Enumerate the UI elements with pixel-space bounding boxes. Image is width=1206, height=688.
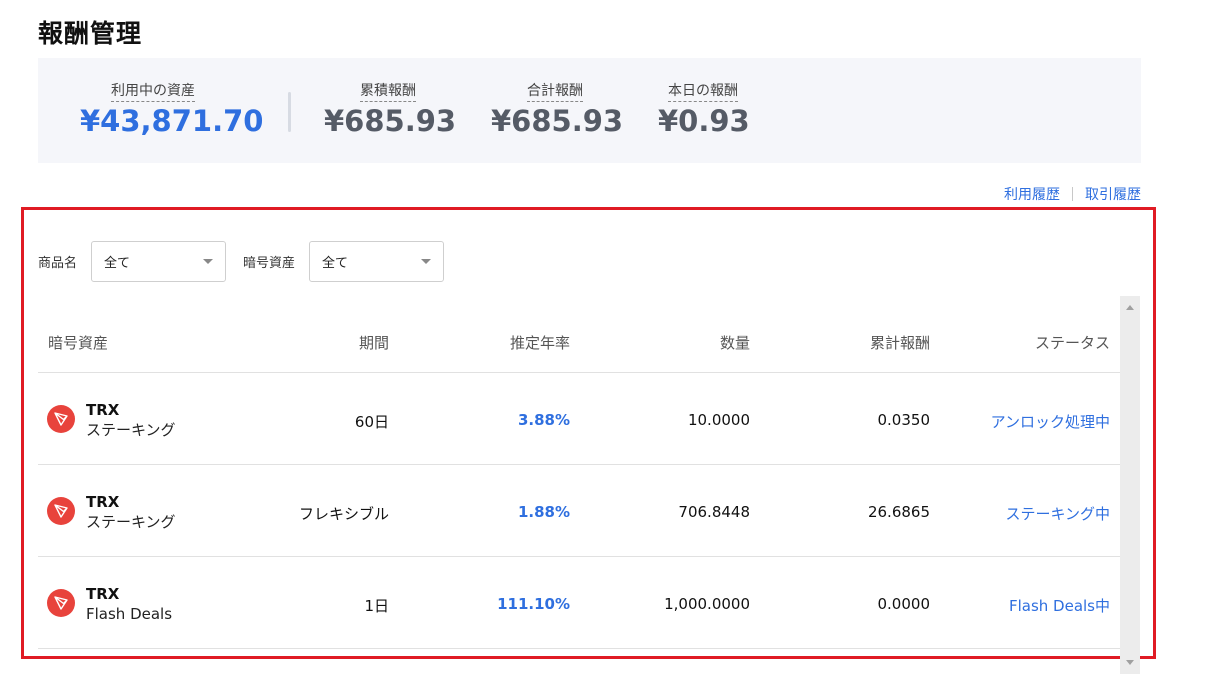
reward-summary-panel: 利用中の資産 ¥43,871.70 累積報酬 ¥685.93 合計報酬 ¥685… (38, 58, 1141, 163)
asset-filter-select[interactable]: 全て (309, 241, 445, 282)
coin-symbol: TRX (86, 493, 120, 511)
table-row: TRX Flash Deals 1日 111.10% 1,000.0000 0.… (38, 557, 1120, 649)
cell-amount: 706.8448 (678, 503, 750, 521)
header-cumulative-reward: 累計報酬 (869, 334, 930, 352)
stat-divider (288, 92, 291, 132)
stat-value-cumulative-reward: ¥685.93 (324, 104, 457, 138)
chevron-down-icon (421, 259, 432, 264)
header-status: ステータス (1034, 334, 1110, 352)
coin-symbol: TRX (86, 585, 120, 603)
cell-reward: 26.6865 (867, 503, 930, 521)
stat-label-cumulative-reward[interactable]: 累積報酬 (360, 82, 416, 102)
cell-amount: 10.0000 (687, 411, 750, 429)
reward-table: 暗号資産 期間 推定年率 数量 累計報酬 ステータス TRX ステーキング 60… (38, 296, 1140, 674)
cell-period: フレキシブル (298, 505, 389, 523)
product-filter-label: 商品名 (38, 256, 78, 271)
coin-name: TRX ステーキング (86, 493, 176, 533)
table-header: 暗号資産 期間 推定年率 数量 累計報酬 ステータス (38, 296, 1120, 373)
stat-value-today-reward: ¥0.93 (658, 104, 750, 138)
filter-bar: 商品名 全て 暗号資産 全て (38, 241, 461, 282)
header-apr: 推定年率 (509, 334, 570, 352)
stat-cumulative-reward: 累積報酬 ¥685.93 (324, 80, 457, 138)
header-asset: 暗号資産 (48, 334, 109, 352)
cell-status-link[interactable]: ステーキング中 (1005, 503, 1110, 524)
coin-symbol: TRX (86, 401, 120, 419)
scroll-up-arrow-icon[interactable] (1126, 305, 1134, 310)
stat-value-total-reward: ¥685.93 (491, 104, 624, 138)
scroll-down-arrow-icon[interactable] (1126, 660, 1134, 665)
stat-label-total-reward[interactable]: 合計報酬 (527, 82, 583, 102)
coin-product: ステーキング (86, 513, 176, 531)
chevron-down-icon (203, 259, 214, 264)
cell-status-link[interactable]: Flash Deals中 (1009, 595, 1110, 616)
stat-today-reward: 本日の報酬 ¥0.93 (658, 80, 750, 138)
link-separator (1072, 187, 1073, 201)
cell-apr: 111.10% (497, 595, 570, 613)
stat-assets-in-use: 利用中の資産 ¥43,871.70 (80, 80, 264, 138)
coin-name: TRX ステーキング (86, 401, 176, 441)
page-title: 報酬管理 (38, 19, 143, 48)
stat-label-today-reward[interactable]: 本日の報酬 (668, 82, 738, 102)
cell-reward: 0.0000 (877, 595, 931, 613)
asset-filter-label: 暗号資産 (243, 256, 296, 271)
coin-name: TRX Flash Deals (86, 585, 172, 625)
table-row: TRX ステーキング フレキシブル 1.88% 706.8448 26.6865… (38, 465, 1120, 557)
usage-history-link[interactable]: 利用履歴 (1004, 184, 1060, 204)
coin-product: ステーキング (86, 421, 176, 439)
transaction-history-link[interactable]: 取引履歴 (1085, 184, 1141, 204)
cell-reward: 0.0350 (877, 411, 931, 429)
cell-apr: 3.88% (517, 411, 570, 429)
stat-value-assets-in-use: ¥43,871.70 (80, 104, 264, 138)
cell-status-link[interactable]: アンロック処理中 (991, 411, 1110, 432)
coin-product: Flash Deals (86, 605, 173, 623)
header-amount: 数量 (719, 334, 750, 352)
table-row: TRX ステーキング 60日 3.88% 10.0000 0.0350 アンロッ… (38, 373, 1120, 465)
tron-icon (47, 405, 75, 433)
tron-icon (47, 497, 75, 525)
table-scrollbar[interactable] (1120, 296, 1140, 674)
asset-filter-value: 全て (322, 256, 349, 271)
cell-period: 60日 (354, 413, 389, 431)
history-links: 利用履歴 取引履歴 (1004, 184, 1141, 204)
product-filter-value: 全て (104, 256, 131, 271)
tron-icon (47, 589, 75, 617)
product-filter-select[interactable]: 全て (91, 241, 227, 282)
stat-label-assets-in-use[interactable]: 利用中の資産 (111, 82, 195, 102)
cell-apr: 1.88% (517, 503, 570, 521)
stat-total-reward: 合計報酬 ¥685.93 (491, 80, 624, 138)
cell-period: 1日 (364, 597, 389, 615)
cell-amount: 1,000.0000 (664, 595, 750, 613)
header-period: 期間 (358, 334, 389, 352)
